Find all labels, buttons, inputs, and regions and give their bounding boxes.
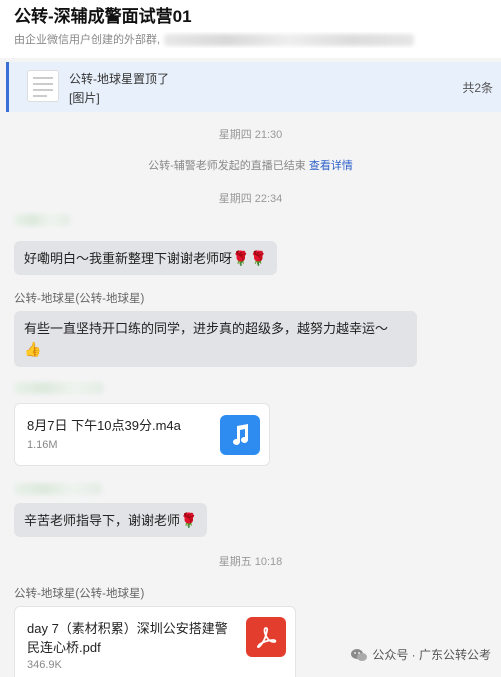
system-notice-text: 公转-辅警老师发起的直播已结束 — [148, 160, 306, 172]
pinned-by-text: 公转-地球星置顶了 — [69, 72, 169, 86]
pinned-content: [图片] — [69, 91, 100, 105]
message-bubble[interactable]: 有些一直坚持开口练的同学，进步真的超级多，越努力越幸运～ 👍 — [14, 311, 417, 367]
message-bubble[interactable]: 好嘞明白～我重新整理下谢谢老师呀🌹🌹 — [14, 241, 277, 275]
file-size: 346.9K — [27, 659, 62, 671]
sender-name-redacted — [14, 483, 102, 495]
chat-title[interactable]: 公转-深辅成警面试营01 — [14, 6, 487, 28]
file-name: 8月7日 下午10点39分.m4a — [27, 418, 181, 433]
file-name-line-2: 民连心桥.pdf — [27, 640, 101, 655]
file-name-line-1: day 7（素材积累）深圳公安搭建警 — [27, 621, 228, 636]
pdf-file-card[interactable]: day 7（素材积累）深圳公安搭建警 民连心桥.pdf 346.9K — [14, 606, 296, 677]
music-note-icon — [220, 415, 260, 455]
rose-emoji: 🌹 — [180, 512, 198, 528]
sender-name[interactable]: 公转-地球星(公转-地球星) — [14, 290, 144, 306]
group-origin-text: 由企业微信用户创建的外部群, — [14, 34, 161, 46]
timestamp: 星期四 21:30 — [218, 129, 283, 141]
chat-subtitle: 由企业微信用户创建的外部群, — [14, 32, 487, 48]
file-size: 1.16M — [27, 439, 58, 451]
message-text: 有些一直坚持开口练的同学，进步真的超级多，越努力越幸运～ — [24, 321, 389, 336]
pinned-count[interactable]: 共2条 — [462, 79, 493, 96]
pinned-message-bar[interactable]: 公转-地球星置顶了 [图片] 共2条 — [6, 62, 501, 112]
message-text: 辛苦老师指导下，谢谢老师 — [24, 513, 181, 528]
message-text: 好嘞明白～我重新整理下谢谢老师呀 — [24, 251, 233, 266]
pinned-image-thumbnail[interactable] — [27, 70, 59, 102]
pdf-icon — [246, 617, 286, 657]
timestamp: 星期四 22:34 — [218, 193, 283, 205]
sender-name-redacted — [14, 382, 104, 394]
sender-name[interactable]: 公转-地球星(公转-地球星) — [14, 585, 144, 601]
view-details-link[interactable]: 查看详情 — [309, 160, 353, 172]
rose-emoji: 🌹🌹 — [232, 250, 267, 266]
thumbs-up-emoji: 👍 — [24, 341, 42, 357]
sender-name-redacted — [14, 214, 70, 226]
watermark: 公众号 · 广东公转公考 — [350, 646, 491, 663]
message-bubble[interactable]: 辛苦老师指导下，谢谢老师🌹 — [14, 503, 208, 537]
audio-file-card[interactable]: 8月7日 下午10点39分.m4a 1.16M — [14, 403, 270, 466]
system-notice: 公转-辅警老师发起的直播已结束 查看详情 — [0, 157, 501, 173]
wechat-icon — [351, 648, 368, 661]
timestamp: 星期五 10:18 — [218, 556, 283, 568]
chat-header: 公转-深辅成警面试营01 由企业微信用户创建的外部群, — [0, 0, 501, 58]
redacted-area — [164, 34, 415, 47]
watermark-text: 公众号 · 广东公转公考 — [372, 648, 491, 662]
